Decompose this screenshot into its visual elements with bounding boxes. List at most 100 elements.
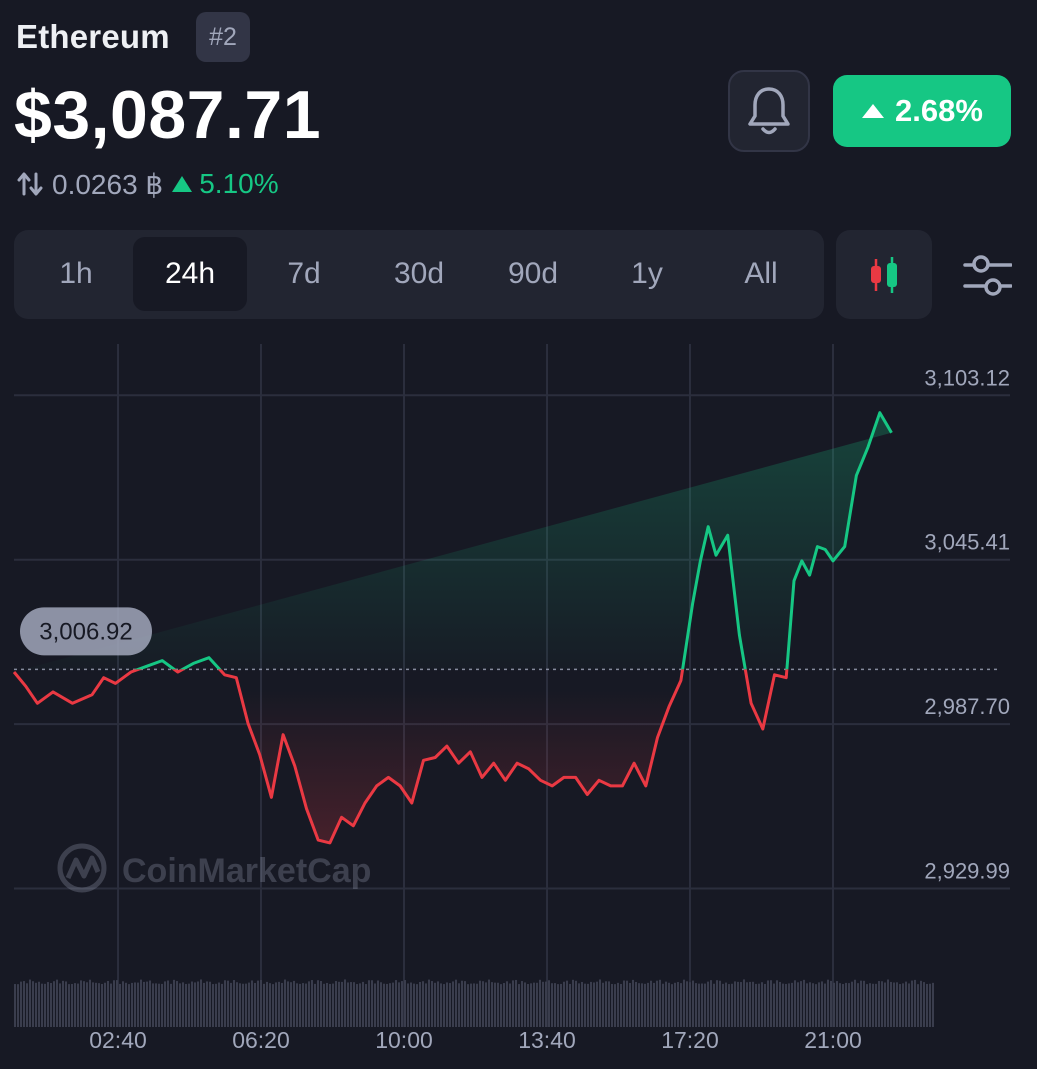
price-change-value: 2.68%: [895, 93, 983, 128]
volume-bar: [251, 980, 253, 1027]
volume-bar: [239, 983, 241, 1027]
volume-bar: [578, 983, 580, 1027]
tab-1y[interactable]: 1y: [590, 237, 704, 311]
volume-bar: [833, 982, 835, 1027]
tab-all[interactable]: All: [704, 237, 818, 311]
volume-bar: [839, 983, 841, 1027]
volume-bar: [398, 982, 400, 1027]
volume-bar: [560, 983, 562, 1027]
volume-bar: [758, 983, 760, 1027]
volume-bar: [158, 983, 160, 1027]
price-change-badge: 2.68%: [833, 75, 1011, 147]
volume-bar: [407, 983, 409, 1027]
volume-bar: [917, 984, 919, 1027]
tab-30d[interactable]: 30d: [362, 237, 476, 311]
chart-settings-button[interactable]: [962, 252, 1013, 298]
volume-bar: [272, 984, 274, 1027]
volume-bar: [803, 979, 805, 1027]
volume-bar: [851, 981, 853, 1027]
volume-bar: [308, 981, 310, 1027]
volume-bar: [563, 981, 565, 1027]
volume-bar: [554, 983, 556, 1027]
volume-bar: [173, 979, 175, 1027]
volume-bar: [206, 981, 208, 1027]
volume-bar: [557, 984, 559, 1027]
volume-bar: [599, 979, 601, 1027]
volume-bar: [389, 983, 391, 1027]
volume-bar: [434, 982, 436, 1027]
volume-bar: [512, 980, 514, 1027]
volume-bar: [926, 983, 928, 1027]
volume-bar: [593, 982, 595, 1027]
y-tick-label: 3,103.12: [924, 365, 1010, 390]
volume-bar: [191, 981, 193, 1027]
volume-bar: [305, 983, 307, 1027]
volume-bar: [824, 983, 826, 1027]
volume-bar: [140, 979, 142, 1027]
volume-bar: [47, 982, 49, 1027]
candlestick-toggle-button[interactable]: [836, 230, 932, 319]
volume-bar: [572, 979, 574, 1027]
volume-bar: [686, 981, 688, 1027]
volume-bar: [569, 983, 571, 1027]
volume-bar: [185, 983, 187, 1027]
volume-bar: [497, 982, 499, 1027]
volume-bar: [137, 982, 139, 1027]
volume-bar: [335, 981, 337, 1027]
volume-bar: [920, 980, 922, 1027]
volume-bar: [782, 983, 784, 1027]
volume-bar: [899, 984, 901, 1027]
price-alert-button[interactable]: [728, 70, 810, 152]
volume-bar: [674, 982, 676, 1027]
volume-bar: [209, 981, 211, 1027]
volume-bar: [224, 980, 226, 1027]
volume-bar: [881, 981, 883, 1027]
volume-bar: [794, 980, 796, 1027]
volume-bar: [368, 980, 370, 1027]
volume-bar: [143, 981, 145, 1027]
volume-bar: [452, 981, 454, 1027]
volume-bar: [458, 983, 460, 1027]
volume-bar: [341, 981, 343, 1027]
volume-bar: [233, 980, 235, 1027]
volume-bar: [854, 979, 856, 1027]
volume-bar: [122, 981, 124, 1027]
volume-bar: [254, 982, 256, 1027]
volume-bar: [119, 983, 121, 1027]
x-tick-label: 13:40: [518, 1027, 576, 1053]
volume-bar: [860, 980, 862, 1027]
volume-bar: [125, 982, 127, 1027]
volume-bar: [44, 983, 46, 1027]
current-price: $3,087.71: [14, 77, 322, 153]
tab-7d[interactable]: 7d: [247, 237, 361, 311]
tab-1h[interactable]: 1h: [19, 237, 133, 311]
volume-bar: [485, 982, 487, 1027]
volume-bar: [311, 980, 313, 1027]
volume-bar: [590, 981, 592, 1027]
volume-bar: [815, 984, 817, 1027]
volume-bar: [428, 979, 430, 1027]
volume-bar: [422, 981, 424, 1027]
tab-24h[interactable]: 24h: [133, 237, 247, 311]
volume-bar: [842, 984, 844, 1027]
price-chart[interactable]: CoinMarketCap 3,006.92 3,103.12 3,045.41 2…: [0, 330, 1037, 1069]
volume-bar: [656, 980, 658, 1027]
volume-bar: [530, 983, 532, 1027]
volume-bar: [848, 983, 850, 1027]
volume-bar: [617, 982, 619, 1027]
volume-bar: [488, 979, 490, 1027]
volume-bar: [197, 981, 199, 1027]
volume-bar: [347, 982, 349, 1027]
volume-bar: [797, 982, 799, 1027]
tab-90d[interactable]: 90d: [476, 237, 590, 311]
volume-bar: [626, 980, 628, 1027]
volume-bar: [887, 979, 889, 1027]
volume-bar: [836, 981, 838, 1027]
volume-bar: [269, 983, 271, 1027]
volume-bar: [71, 983, 73, 1027]
volume-bar: [761, 982, 763, 1027]
volume-bar: [176, 981, 178, 1027]
volume-bar: [500, 984, 502, 1027]
volume-bar: [230, 982, 232, 1027]
volume-bar: [113, 980, 115, 1027]
